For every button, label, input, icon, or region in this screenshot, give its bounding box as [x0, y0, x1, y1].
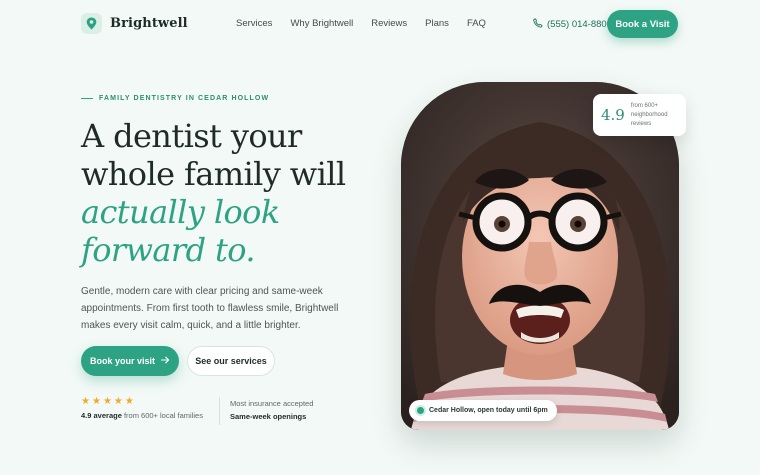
brand-name: Brightwell	[110, 16, 188, 31]
rating-badge-value: 4.9	[601, 106, 625, 124]
hero-cta-row: Book your visit See our services	[81, 346, 275, 376]
brand-logo[interactable]: Brightwell	[81, 13, 188, 34]
insurance-line: Most insurance accepted	[230, 399, 314, 408]
star-icon: ★	[81, 396, 90, 407]
hero-lede: Gentle, modern care with clear pricing a…	[81, 286, 339, 331]
star-icon: ★	[124, 396, 134, 407]
site-header: Brightwell Services Why Brightwell Revie…	[0, 0, 760, 50]
book-your-visit-button[interactable]: Book your visit	[81, 346, 179, 376]
book-your-visit-label: Book your visit	[89, 356, 155, 366]
location-status-text: Cedar Hollow, open today until 6pm	[429, 407, 548, 414]
rating-average: 4.9 average	[81, 411, 122, 420]
open-status-dot	[417, 407, 424, 414]
nav-services[interactable]: Services	[236, 18, 272, 30]
proof-divider	[219, 397, 220, 425]
headline-accent-2: forward to.	[81, 231, 256, 269]
arrow-right-icon	[160, 356, 170, 366]
main-nav: Services Why Brightwell Reviews Plans FA…	[236, 18, 504, 30]
eyebrow-rule	[81, 98, 93, 99]
rating-text: 4.9 average from 600+ local families	[81, 411, 219, 420]
nav-faq[interactable]: FAQ	[467, 18, 486, 30]
headline-accent-1: actually look	[81, 193, 280, 231]
rating-badge-note: from 600+ neighborhood reviews	[630, 102, 668, 127]
hero-eyebrow: FAMILY DENTISTRY IN CEDAR HOLLOW	[81, 95, 269, 102]
location-status-pill: Cedar Hollow, open today until 6pm	[409, 400, 557, 421]
book-visit-button[interactable]: Book a Visit	[607, 10, 678, 38]
hero-headline: A dentist your whole family will actuall…	[81, 117, 401, 269]
social-proof: ★ ★ ★ ★ ★ 4.9 average from 600+ local fa…	[81, 397, 313, 425]
headline-line-2: whole family will	[81, 155, 346, 193]
insurance-info: Most insurance accepted Same-week openin…	[230, 397, 313, 423]
star-rating: ★ ★ ★ ★ ★	[81, 397, 219, 407]
rating-badge: 4.9 from 600+ neighborhood reviews	[593, 94, 686, 136]
eyebrow-text: FAMILY DENTISTRY IN CEDAR HOLLOW	[99, 95, 270, 102]
openings-line: Same-week openings	[230, 412, 307, 421]
headline-line-1: A dentist your	[81, 117, 302, 155]
star-icon: ★	[91, 396, 101, 407]
phone-link[interactable]: (555) 014-8800	[533, 18, 612, 32]
nav-plans[interactable]: Plans	[425, 18, 449, 30]
tooth-pin-icon	[81, 13, 102, 34]
see-services-button[interactable]: See our services	[187, 346, 275, 376]
star-icon: ★	[102, 396, 112, 407]
nav-why-brightwell[interactable]: Why Brightwell	[290, 18, 353, 30]
rating-summary: ★ ★ ★ ★ ★ 4.9 average from 600+ local fa…	[81, 397, 219, 421]
rating-families: from 600+ local families	[121, 411, 203, 420]
star-icon: ★	[113, 396, 123, 407]
phone-icon	[533, 18, 543, 32]
nav-reviews[interactable]: Reviews	[371, 18, 407, 30]
phone-number: (555) 014-8800	[547, 19, 612, 30]
